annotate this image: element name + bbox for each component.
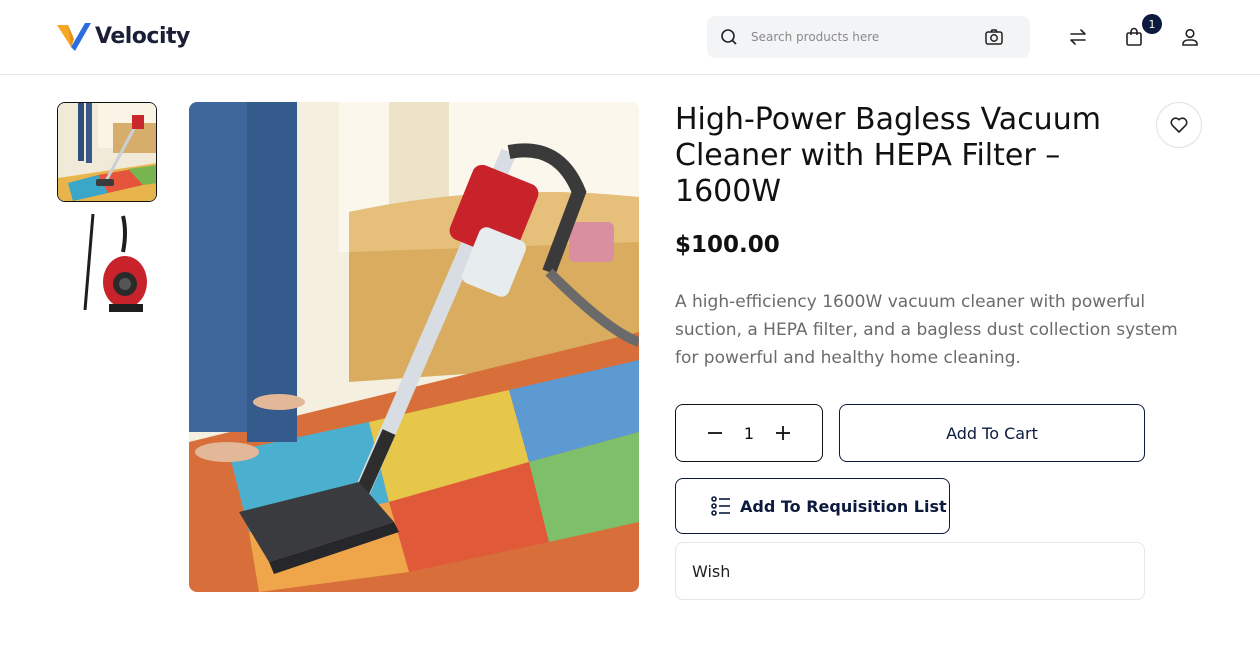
quantity-value[interactable]: 1 <box>734 424 764 443</box>
minus-icon <box>708 432 722 434</box>
thumbnail-product[interactable] <box>57 212 157 312</box>
brand-logo[interactable]: Velocity <box>57 19 190 53</box>
heart-icon <box>1170 117 1188 133</box>
list-icon <box>711 496 730 516</box>
main-product-image[interactable] <box>189 102 639 592</box>
user-icon <box>1182 28 1198 46</box>
decrease-quantity-button[interactable] <box>704 422 726 444</box>
search-input[interactable] <box>751 16 971 58</box>
compare-arrows-icon <box>1070 29 1086 45</box>
requisition-label: Add To Requisition List <box>740 496 947 516</box>
site-header: Velocity 1 <box>0 0 1260 75</box>
product-price: $100.00 <box>675 232 780 258</box>
wishlist-button[interactable] <box>1156 102 1202 148</box>
add-to-requisition-list-button[interactable]: Add To Requisition List <box>675 478 950 534</box>
brand-name: Velocity <box>95 23 190 49</box>
product-title: High-Power Bagless Vacuum Cleaner with H… <box>675 102 1101 209</box>
increase-quantity-button[interactable] <box>772 422 794 444</box>
search-bar <box>707 16 1030 58</box>
thumbnail-lifestyle[interactable] <box>57 102 157 202</box>
search-icon[interactable] <box>719 27 739 51</box>
camera-icon[interactable] <box>984 27 1004 51</box>
cart-count-badge: 1 <box>1142 14 1162 34</box>
wish-label: Wish <box>692 561 731 581</box>
wish-option[interactable]: Wish <box>675 542 1145 600</box>
product-description: A high-efficiency 1600W vacuum cleaner w… <box>675 292 1178 368</box>
quantity-stepper: 1 <box>675 404 823 462</box>
compare-button[interactable] <box>1065 24 1091 50</box>
plus-icon <box>776 426 790 440</box>
add-to-cart-button[interactable]: Add To Cart <box>839 404 1145 462</box>
shopping-bag-icon <box>1126 27 1142 46</box>
logo-mark-icon <box>57 23 91 51</box>
account-button[interactable] <box>1177 24 1203 50</box>
